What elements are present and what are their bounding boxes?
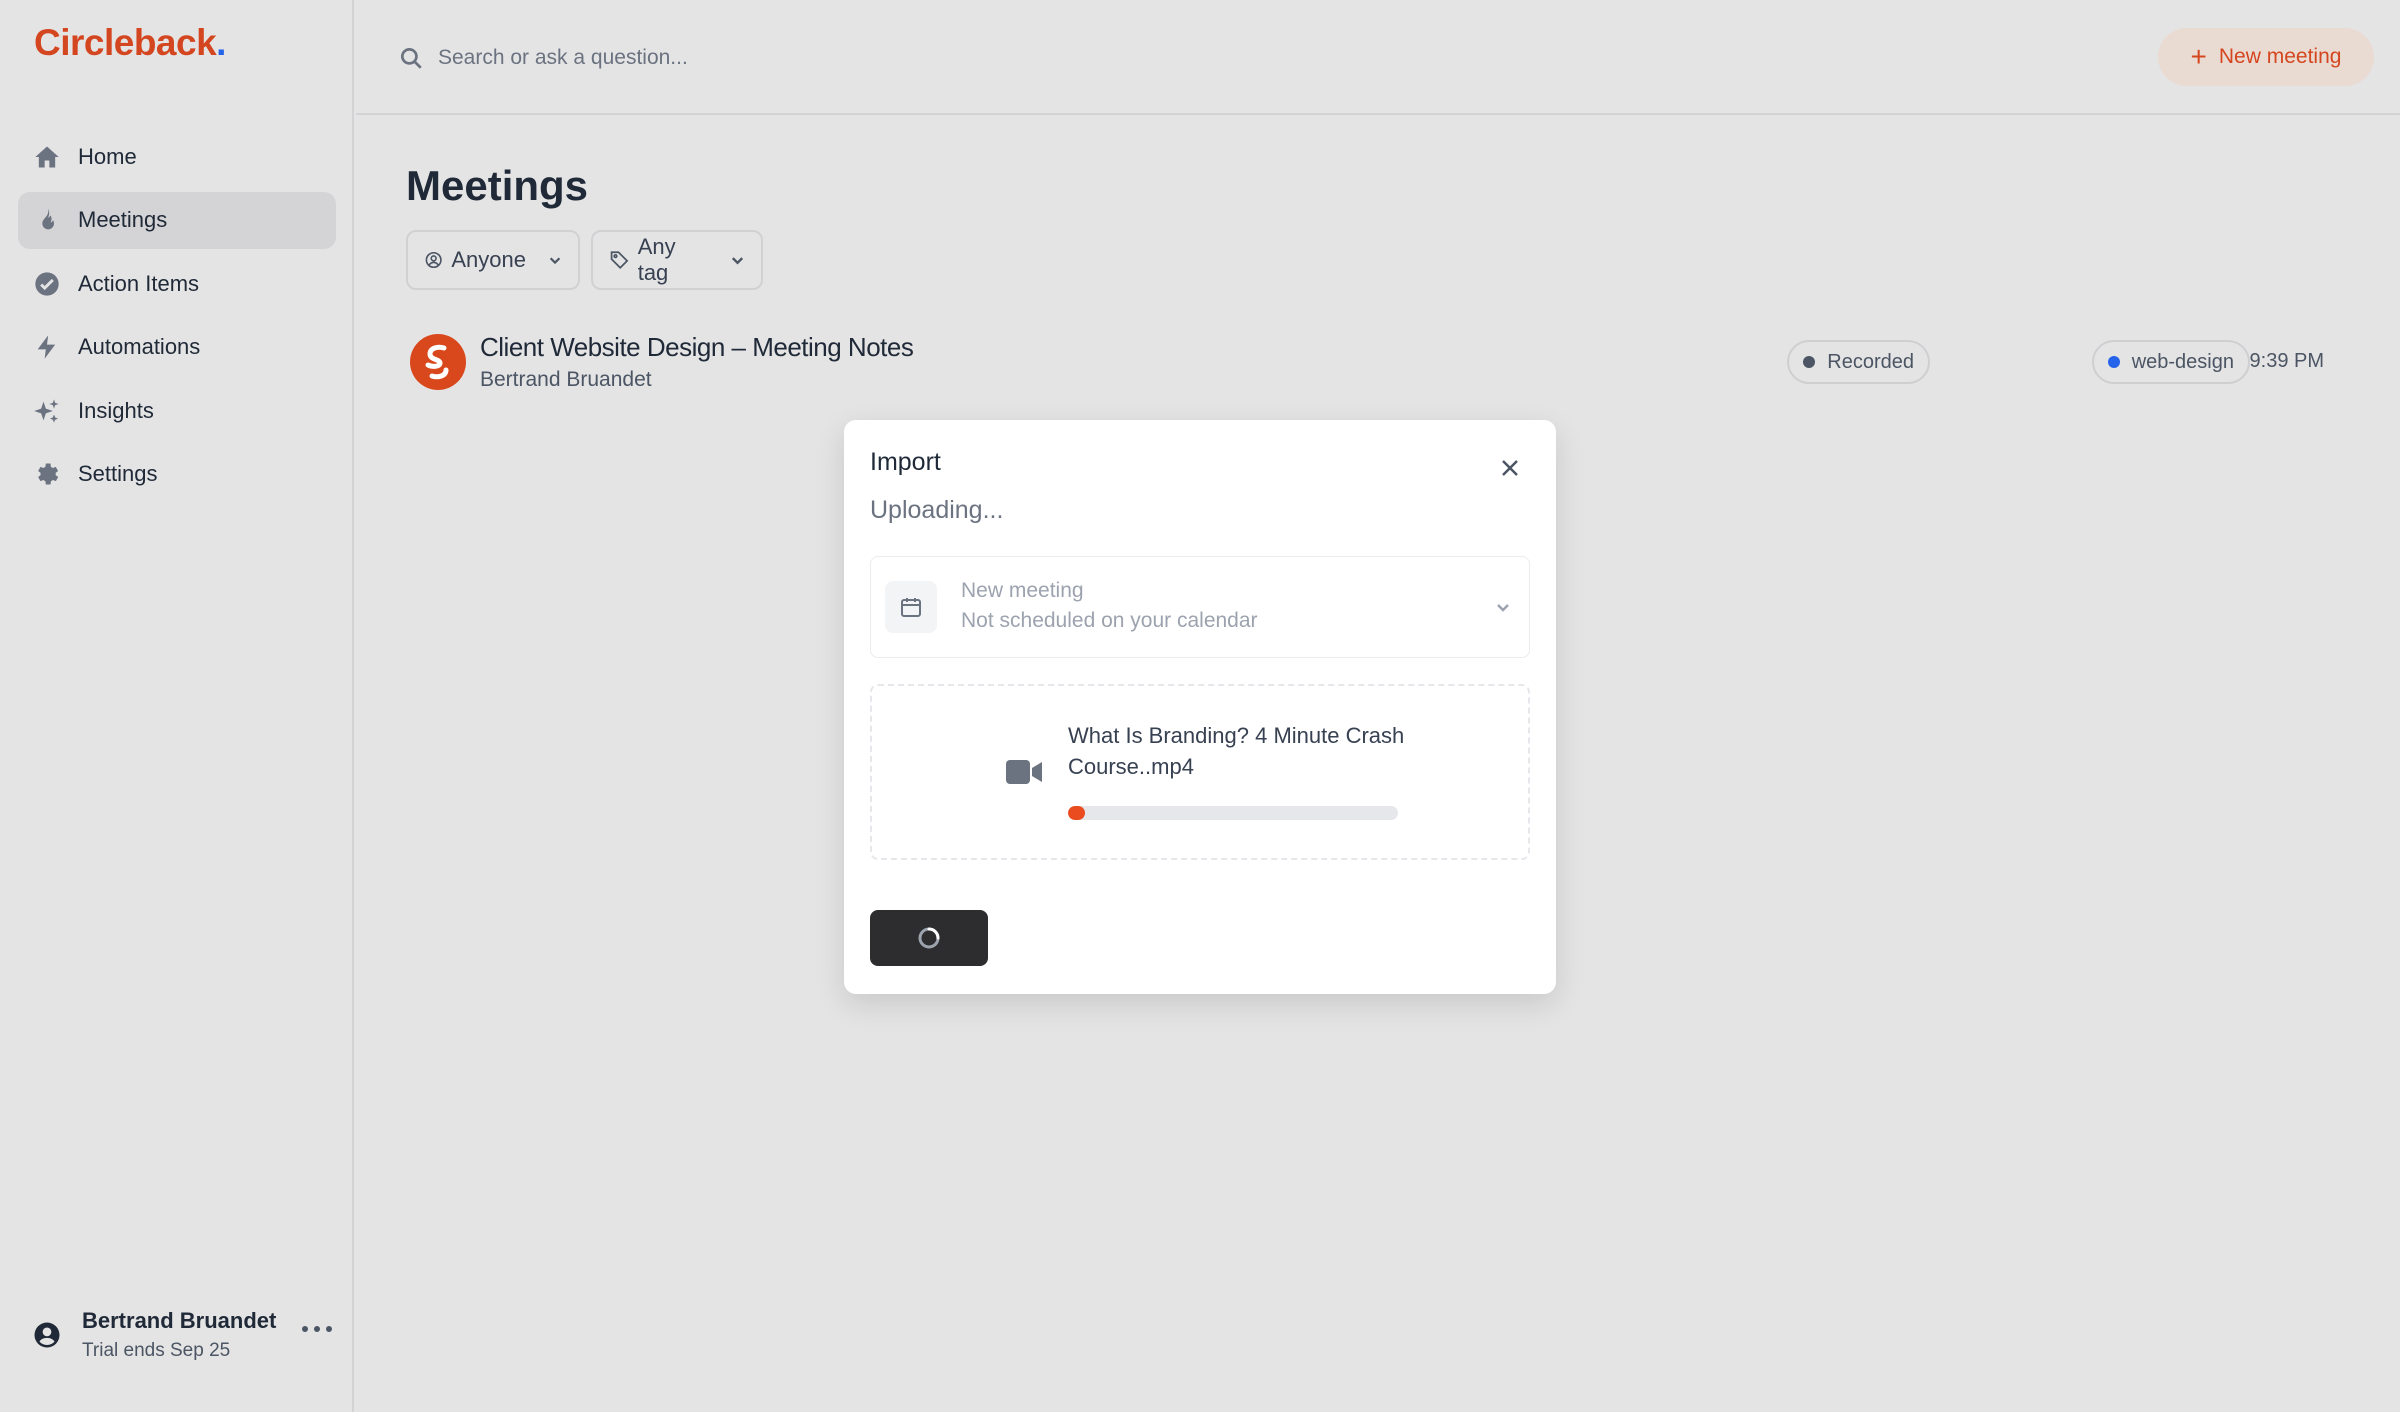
filter-anyone[interactable]: Anyone bbox=[406, 230, 580, 290]
sidebar-item-label: Meetings bbox=[78, 207, 168, 232]
user-name: Bertrand Bruandet bbox=[82, 1308, 277, 1333]
upload-status: Uploading... bbox=[870, 496, 1004, 524]
sparkles-icon bbox=[32, 396, 62, 426]
tag-recorded: Recorded bbox=[1787, 340, 1930, 384]
meeting-time: 9:39 PM bbox=[2249, 350, 2324, 372]
new-meeting-button[interactable]: + New meeting bbox=[2158, 28, 2374, 86]
close-icon[interactable] bbox=[1498, 456, 1522, 480]
dot-icon bbox=[2107, 356, 2120, 368]
chevron-down-icon bbox=[549, 257, 561, 265]
search-input[interactable] bbox=[438, 46, 1638, 70]
page-title: Meetings bbox=[406, 162, 589, 209]
loading-spinner-icon bbox=[918, 927, 940, 949]
user-circle-icon bbox=[32, 1320, 62, 1350]
sidebar-item-action-items[interactable]: Action Items bbox=[18, 255, 336, 312]
meeting-title: Client Website Design – Meeting Notes bbox=[480, 332, 914, 362]
meeting-author: Bertrand Bruandet bbox=[480, 368, 652, 391]
sidebar-item-label: Automations bbox=[78, 334, 201, 359]
sidebar-item-automations[interactable]: Automations bbox=[18, 319, 336, 376]
top-bar: + New meeting bbox=[356, 0, 2400, 115]
meeting-avatar bbox=[410, 334, 466, 390]
meeting-select[interactable]: New meeting Not scheduled on your calend… bbox=[870, 556, 1530, 658]
sidebar-item-insights[interactable]: Insights bbox=[18, 382, 336, 439]
bolt-icon bbox=[32, 332, 62, 362]
tag-web-design: web-design bbox=[2091, 340, 2250, 384]
sidebar-nav: Home Meetings Action Items Automations I… bbox=[18, 128, 336, 509]
more-options-icon[interactable] bbox=[302, 1324, 332, 1334]
sidebar-item-label: Insights bbox=[78, 397, 154, 423]
trial-status: Trial ends Sep 25 bbox=[82, 1340, 231, 1361]
plus-icon: + bbox=[2190, 41, 2207, 72]
user-profile[interactable]: Bertrand Bruandet Trial ends Sep 25 bbox=[32, 1308, 332, 1362]
sidebar: Circleback. Home Meetings Action Items A… bbox=[0, 0, 354, 1412]
chevron-down-icon bbox=[731, 257, 744, 265]
dot-icon bbox=[1803, 356, 1816, 368]
sidebar-item-label: Settings bbox=[78, 461, 158, 486]
home-icon bbox=[32, 142, 62, 172]
sidebar-item-label: Home bbox=[78, 143, 137, 169]
sidebar-item-home[interactable]: Home bbox=[18, 128, 336, 185]
import-modal: Import Uploading... New meeting Not sche… bbox=[844, 420, 1556, 994]
sidebar-item-meetings[interactable]: Meetings bbox=[18, 191, 336, 249]
upload-progress-fill bbox=[1068, 806, 1085, 820]
filter-any-tag[interactable]: Any tag bbox=[591, 230, 763, 290]
chevron-down-icon bbox=[1497, 604, 1509, 612]
sidebar-item-label: Action Items bbox=[78, 270, 200, 296]
flame-icon bbox=[32, 205, 62, 235]
file-name: What Is Branding? 4 Minute Crash Course.… bbox=[1068, 723, 1405, 779]
search-bar[interactable] bbox=[398, 38, 1798, 78]
file-dropzone[interactable]: What Is Branding? 4 Minute Crash Course.… bbox=[870, 684, 1530, 860]
meeting-select-title: New meeting bbox=[961, 579, 1084, 602]
user-circle-icon bbox=[425, 251, 442, 269]
gear-icon bbox=[32, 459, 62, 489]
modal-title: Import bbox=[870, 448, 941, 476]
brand-logo[interactable]: Circleback. bbox=[34, 22, 226, 64]
calendar-icon bbox=[885, 581, 937, 633]
video-camera-icon bbox=[1006, 758, 1042, 786]
search-icon bbox=[400, 47, 422, 69]
tag-icon bbox=[610, 251, 629, 269]
meeting-list-item[interactable]: Client Website Design – Meeting Notes Be… bbox=[406, 328, 2350, 398]
check-circle-icon bbox=[32, 269, 62, 299]
import-submit-button[interactable] bbox=[870, 910, 988, 966]
sidebar-item-settings[interactable]: Settings bbox=[18, 446, 336, 503]
upload-progress-bar bbox=[1068, 806, 1398, 820]
meeting-select-subtitle: Not scheduled on your calendar bbox=[961, 609, 1258, 632]
